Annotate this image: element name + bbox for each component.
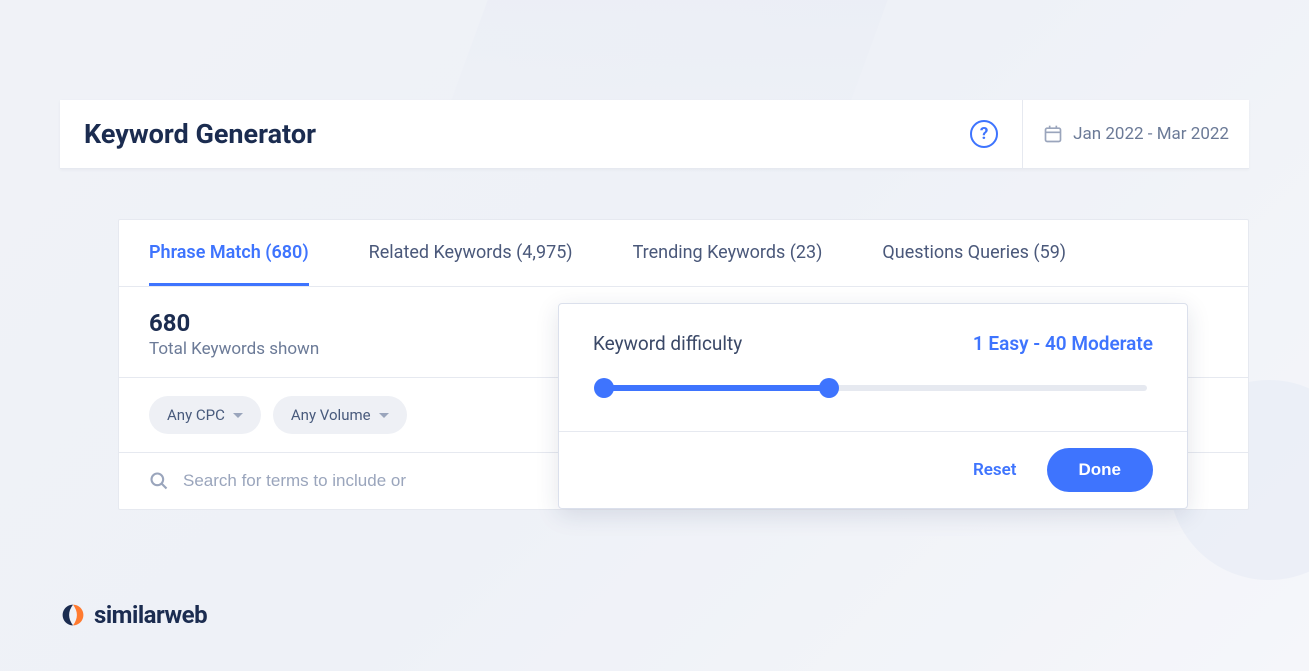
tab-trending-keywords[interactable]: Trending Keywords (23) xyxy=(633,220,823,286)
difficulty-slider[interactable] xyxy=(599,385,1147,391)
brand-name: similarweb xyxy=(94,601,207,629)
popover-header: Keyword difficulty 1 Easy - 40 Moderate xyxy=(593,332,1153,355)
help-button[interactable]: ? xyxy=(970,120,998,148)
keyword-difficulty-popover: Keyword difficulty 1 Easy - 40 Moderate … xyxy=(558,303,1188,509)
similarweb-logo-icon xyxy=(60,602,86,628)
slider-handle-min[interactable] xyxy=(594,378,614,398)
chevron-down-icon xyxy=(233,413,243,418)
popover-body: Keyword difficulty 1 Easy - 40 Moderate xyxy=(559,304,1187,431)
filter-volume[interactable]: Any Volume xyxy=(273,396,407,434)
header-left: Keyword Generator ? xyxy=(60,100,1023,168)
help-icon: ? xyxy=(980,124,988,144)
slider-handle-max[interactable] xyxy=(819,378,839,398)
calendar-icon xyxy=(1043,124,1063,144)
popover-value: 1 Easy - 40 Moderate xyxy=(973,332,1153,355)
tabs-bar: Phrase Match (680) Related Keywords (4,9… xyxy=(119,220,1248,287)
search-icon xyxy=(149,471,169,491)
tab-questions-queries[interactable]: Questions Queries (59) xyxy=(882,220,1066,286)
slider-fill xyxy=(599,385,829,391)
filter-cpc-label: Any CPC xyxy=(167,406,225,424)
tab-related-keywords[interactable]: Related Keywords (4,975) xyxy=(369,220,573,286)
filter-volume-label: Any Volume xyxy=(291,406,371,424)
header-bar: Keyword Generator ? Jan 2022 - Mar 2022 xyxy=(60,100,1249,169)
popover-title: Keyword difficulty xyxy=(593,332,742,355)
tab-phrase-match[interactable]: Phrase Match (680) xyxy=(149,220,309,286)
done-button[interactable]: Done xyxy=(1047,448,1154,492)
date-range-picker[interactable]: Jan 2022 - Mar 2022 xyxy=(1023,106,1249,162)
date-range-label: Jan 2022 - Mar 2022 xyxy=(1073,124,1229,144)
reset-button[interactable]: Reset xyxy=(973,460,1017,480)
filter-cpc[interactable]: Any CPC xyxy=(149,396,261,434)
page-title: Keyword Generator xyxy=(84,118,316,150)
chevron-down-icon xyxy=(379,413,389,418)
popover-footer: Reset Done xyxy=(559,431,1187,508)
brand-logo: similarweb xyxy=(60,601,207,629)
